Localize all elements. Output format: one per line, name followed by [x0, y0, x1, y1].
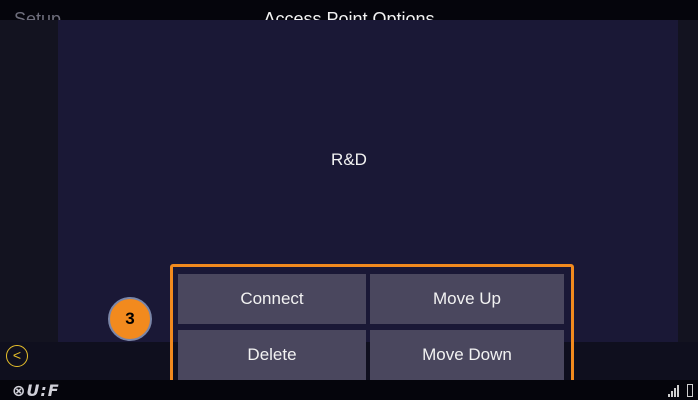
battery-icon	[687, 384, 693, 397]
brand-logo: ⊗U:F	[12, 381, 60, 400]
callout-highlight	[170, 264, 574, 386]
ssid-label: R&D	[331, 150, 367, 169]
status-bar: ⊗U:F	[0, 380, 698, 400]
signal-icon	[668, 385, 680, 397]
step-badge: 3	[108, 297, 152, 341]
back-arrow-icon[interactable]: <	[6, 345, 28, 367]
right-gutter	[678, 20, 698, 342]
left-gutter	[0, 20, 58, 342]
